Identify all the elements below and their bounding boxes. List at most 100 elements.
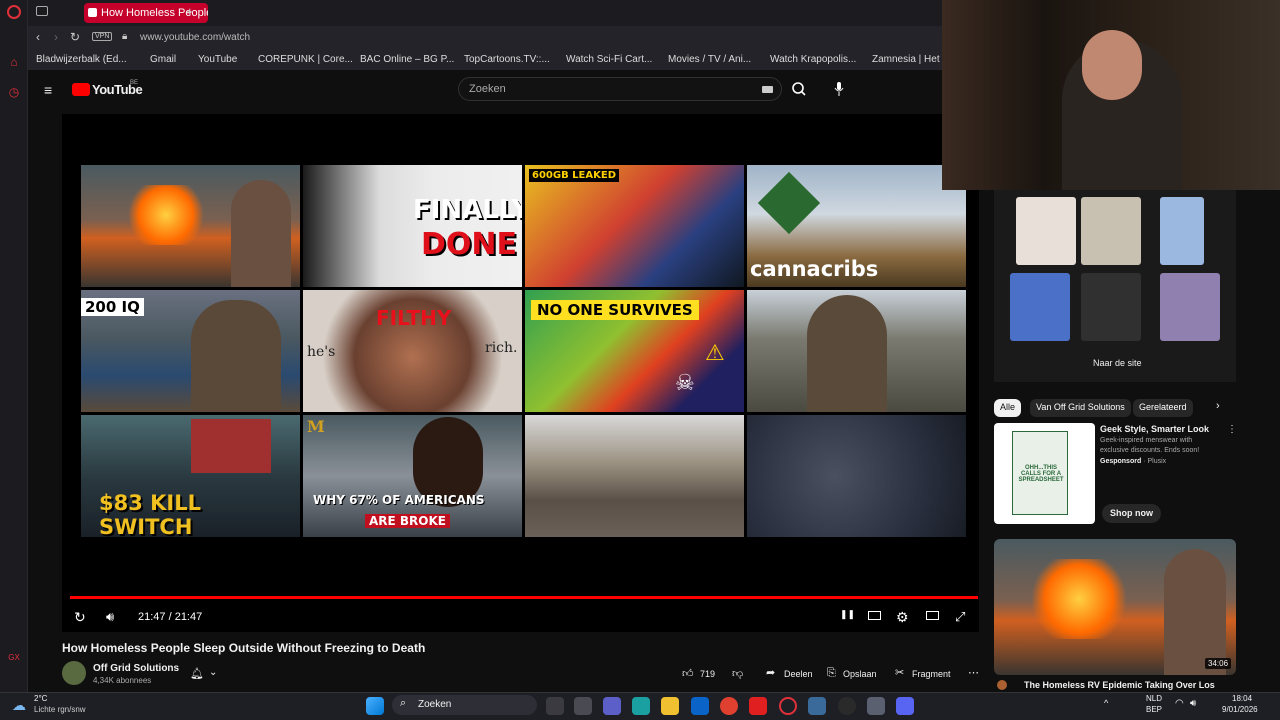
person-graphic — [807, 295, 887, 412]
sidebar-ad[interactable]: Naar de site — [994, 190, 1236, 382]
bookmark-item[interactable]: COREPUNK | Core... — [258, 54, 353, 65]
channel-name[interactable]: Off Grid Solutions — [93, 663, 179, 674]
face-graphic — [1082, 30, 1142, 100]
gx-icon[interactable]: GX — [6, 650, 22, 666]
tabs-icon[interactable] — [36, 6, 48, 16]
next-video-title[interactable]: The Homeless RV Epidemic Taking Over Los — [1024, 680, 1236, 690]
clock-date[interactable]: 9/01/2026 — [1222, 705, 1258, 714]
bookmark-item[interactable]: Watch Krapopolis... — [770, 54, 856, 65]
back-icon[interactable]: ‹ — [36, 30, 40, 44]
youtube-logo-icon[interactable] — [72, 83, 90, 96]
chip-all[interactable]: Alle — [994, 399, 1022, 417]
settings-icon[interactable]: ⚙ — [896, 609, 909, 626]
progress-bar[interactable] — [70, 596, 978, 599]
end-screen-thumb[interactable]: NO ONE SURVIVES ⚠ ☠ — [525, 290, 744, 412]
save-button[interactable]: Opslaan — [843, 669, 877, 679]
home-icon[interactable]: ⌂ — [6, 54, 22, 70]
ad-title[interactable]: Geek Style, Smarter Look — [1100, 424, 1209, 434]
vpn-badge[interactable]: VPN — [92, 32, 113, 41]
speaker-icon[interactable]: 🔊︎ — [1190, 698, 1196, 709]
end-screen-thumb[interactable]: FILTHY he's rich. — [303, 290, 522, 412]
chevron-down-icon[interactable]: ⌄ — [209, 667, 217, 678]
keyboard-layout[interactable]: BEP — [1146, 705, 1162, 714]
bookmark-item[interactable]: Gmail — [150, 54, 176, 65]
discord-icon[interactable] — [896, 697, 914, 715]
opera-icon[interactable] — [779, 697, 797, 715]
menu-icon[interactable]: ≡ — [44, 82, 52, 98]
end-screen-thumb[interactable]: cannacribs — [747, 165, 966, 287]
edge-icon[interactable] — [632, 697, 650, 715]
chip-related[interactable]: Gerelateerd — [1133, 399, 1193, 417]
bookmark-item[interactable]: Watch Sci-Fi Cart... — [566, 54, 652, 65]
bookmark-item[interactable]: Movies / TV / Ani... — [668, 54, 751, 65]
end-screen-thumb[interactable]: $83 KILL SWITCH — [81, 415, 300, 537]
obs-icon[interactable] — [838, 697, 856, 715]
more-icon[interactable]: ⋯ — [968, 666, 979, 679]
taskbar-search-placeholder: Zoeken — [418, 699, 452, 710]
ad-description: Geek-inspired menswear with exclusive di… — [1100, 437, 1200, 454]
search-button[interactable] — [783, 77, 817, 101]
end-screen-thumb[interactable]: FINALLY DONE — [303, 165, 522, 287]
bookmark-item[interactable]: YouTube — [198, 54, 237, 65]
share-icon[interactable]: ➦ — [766, 666, 775, 679]
share-button[interactable]: Deel­en — [784, 669, 813, 679]
more-icon[interactable]: ⋮ — [1227, 424, 1237, 435]
reload-icon[interactable]: ↻ — [70, 30, 80, 44]
teams-icon[interactable] — [603, 697, 621, 715]
product-image — [1160, 197, 1204, 265]
new-tab-icon[interactable]: + — [186, 4, 194, 19]
search-input[interactable]: Zoeken — [458, 77, 782, 101]
miniplayer-icon[interactable] — [926, 611, 939, 620]
weather-icon[interactable]: ☁ — [12, 697, 26, 714]
language-code[interactable]: NLD — [1146, 694, 1162, 703]
next-video-thumbnail[interactable]: 34:06 — [994, 539, 1236, 675]
forward-icon[interactable]: › — [54, 30, 58, 44]
end-screen-thumb[interactable] — [525, 415, 744, 537]
subtitles-icon[interactable] — [868, 611, 881, 620]
bell-icon[interactable]: 🔔︎ — [190, 667, 204, 680]
calculator-icon[interactable] — [808, 697, 826, 715]
clip-icon[interactable]: ✂ — [895, 666, 904, 679]
ad-thumbnail[interactable]: OHH...THIS CALLS FOR A SPREADSHEET — [994, 423, 1095, 524]
opera-logo-icon[interactable] — [7, 5, 21, 19]
bookmark-item[interactable]: TopCartoons.TV::... — [464, 54, 550, 65]
keyboard-icon[interactable] — [762, 86, 773, 93]
like-icon[interactable]: 👍︎ — [682, 667, 694, 680]
end-screen-thumb[interactable]: 600GB LEAKED — [525, 165, 744, 287]
clock-time[interactable]: 18:04 — [1232, 694, 1252, 703]
clip-button[interactable]: Fragment — [912, 669, 951, 679]
save-icon[interactable]: ⎘ — [827, 667, 836, 680]
settings-app-icon[interactable] — [867, 697, 885, 715]
volume-icon[interactable]: 🔊︎ — [106, 609, 114, 625]
bookmark-item[interactable]: Bladwijzerbalk (Ed... — [36, 54, 127, 65]
history-icon[interactable]: ◷ — [6, 84, 22, 100]
bookmark-item[interactable]: BAC Online – BG P... — [360, 54, 454, 65]
microphone-icon[interactable] — [834, 82, 844, 96]
replay-icon[interactable]: ↻ — [74, 609, 86, 626]
start-icon[interactable] — [366, 697, 384, 715]
dislike-icon[interactable]: 👎︎ — [732, 667, 743, 680]
end-screen-thumb[interactable] — [81, 165, 300, 287]
ad-link[interactable]: Naar de site — [1093, 358, 1142, 368]
youtube-app-icon[interactable] — [749, 697, 767, 715]
end-screen-thumb[interactable] — [747, 415, 966, 537]
fullscreen-icon[interactable]: ⤢ — [955, 609, 965, 625]
wifi-icon[interactable]: ◠ — [1175, 698, 1184, 709]
tray-chevron-icon[interactable]: ^ — [1104, 698, 1108, 708]
shop-now-button[interactable]: Shop now — [1102, 504, 1161, 523]
end-screen-thumb[interactable]: M WHY 67% OF AMERICANS ARE BROKE — [303, 415, 522, 537]
chevron-right-icon[interactable]: › — [1216, 400, 1220, 412]
avatar[interactable] — [62, 661, 86, 685]
url-field[interactable]: www.youtube.com/watch — [140, 32, 250, 43]
explorer-icon[interactable] — [661, 697, 679, 715]
taskbar-search[interactable]: ⌕ Zoeken — [392, 695, 537, 715]
outlook-icon[interactable] — [691, 697, 709, 715]
end-screen-thumb[interactable]: 200 IQ — [81, 290, 300, 412]
avatar[interactable] — [997, 680, 1007, 690]
chip-channel[interactable]: Van Off Grid Solutions — [1030, 399, 1131, 417]
pause-icon[interactable]: ❚❚ — [840, 609, 855, 620]
task-view-icon[interactable] — [546, 697, 564, 715]
chrome-icon[interactable] — [720, 697, 738, 715]
end-screen-thumb[interactable] — [747, 290, 966, 412]
store-icon[interactable] — [574, 697, 592, 715]
